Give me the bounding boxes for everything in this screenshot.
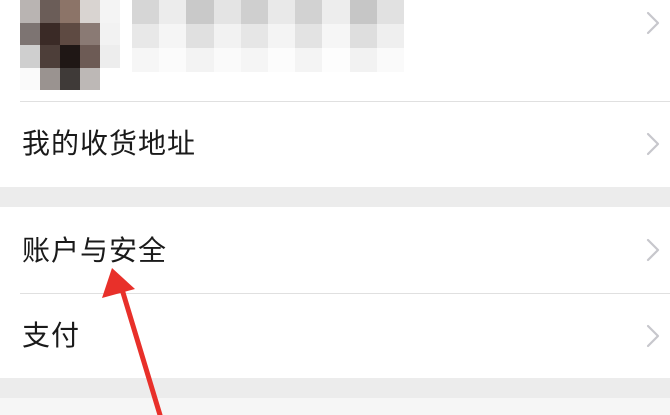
next-section-top — [0, 398, 670, 415]
menu-item-account-security[interactable]: 账户与安全 — [0, 207, 670, 293]
menu-item-address[interactable]: 我的收货地址 — [0, 101, 670, 187]
chevron-right-icon — [646, 11, 660, 35]
profile-row[interactable] — [0, 0, 670, 101]
chevron-right-icon — [646, 238, 660, 262]
profile-section: 我的收货地址 — [0, 0, 670, 187]
menu-item-label: 我的收货地址 — [22, 127, 197, 160]
chevron-right-icon — [646, 132, 660, 156]
username — [132, 0, 404, 72]
menu-item-label: 支付 — [22, 319, 81, 352]
menu-item-pay[interactable]: 支付 — [0, 293, 670, 378]
avatar — [20, 0, 120, 90]
menu-item-label: 账户与安全 — [22, 234, 168, 267]
chevron-right-icon — [646, 324, 660, 348]
account-section: 账户与安全 支付 — [0, 207, 670, 378]
